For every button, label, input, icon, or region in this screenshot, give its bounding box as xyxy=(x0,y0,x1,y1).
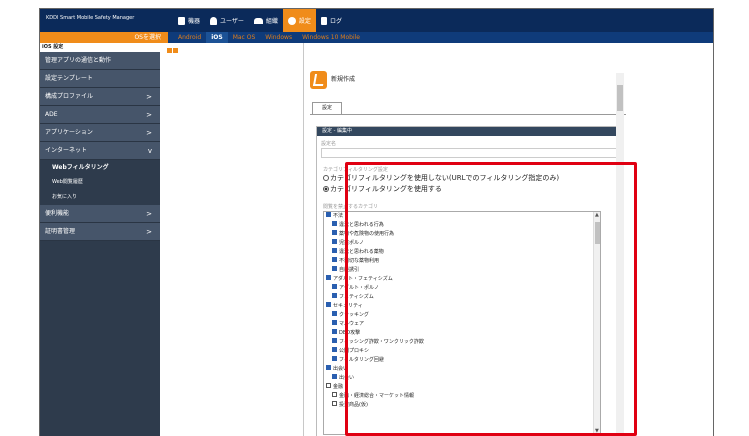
new-create-label[interactable]: 新規作成 xyxy=(331,74,355,83)
sidebar-item-label: アプリケーション xyxy=(45,129,93,136)
sidebar-item-label: 管理アプリの通信と動作 xyxy=(45,57,112,64)
device-icon xyxy=(178,16,185,25)
checkbox-checked-icon[interactable] xyxy=(332,230,337,235)
add-button[interactable] xyxy=(167,48,172,53)
nav-label: ログ xyxy=(329,18,342,25)
checkbox-checked-icon[interactable] xyxy=(332,239,337,244)
sidebar: iOS 設定 管理アプリの通信と動作 設定テンプレート 構成プロファイル > AD… xyxy=(40,43,160,436)
top-navigation-bar: KDDI Smart Mobile Safety Manager 機器 ユーザー… xyxy=(40,9,713,32)
checkbox-checked-icon[interactable] xyxy=(332,248,337,253)
nav-label: ユーザー xyxy=(220,18,244,25)
checkbox-checked-icon[interactable] xyxy=(332,293,337,298)
nav-settings[interactable]: 設定 xyxy=(282,9,316,32)
sidebar-item-label: 構成プロファイル xyxy=(45,93,94,100)
remove-button[interactable] xyxy=(173,48,178,53)
brand-title: KDDI Smart Mobile Safety Manager xyxy=(46,15,135,21)
nav-user[interactable]: ユーザー xyxy=(205,9,249,32)
checkbox-checked-icon[interactable] xyxy=(332,320,337,325)
panel-title: 設定 - 編集中 xyxy=(317,127,621,136)
sidebar-item-application[interactable]: アプリケーション > xyxy=(40,124,160,142)
checkbox-checked-icon[interactable] xyxy=(332,221,337,226)
checkbox-unchecked-icon[interactable] xyxy=(332,392,337,397)
sidebar-item-utilities[interactable]: 便利機能 > xyxy=(40,205,160,223)
nav-organization[interactable]: 組織 xyxy=(249,9,283,32)
setting-name-label: 設定名 xyxy=(321,141,337,147)
os-tab-windows10-mobile[interactable]: Windows 10 Mobile xyxy=(297,32,365,43)
chevron-right-icon: > xyxy=(146,228,152,236)
checkbox-unchecked-icon[interactable] xyxy=(326,383,331,388)
checkbox-checked-icon[interactable] xyxy=(332,347,337,352)
os-select-button[interactable]: OSを選択 xyxy=(40,32,168,43)
sidebar-item-config-profile[interactable]: 構成プロファイル > xyxy=(40,88,160,106)
page-scrollbar-thumb[interactable] xyxy=(617,85,623,111)
checkbox-checked-icon[interactable] xyxy=(332,266,337,271)
checkbox-checked-icon[interactable] xyxy=(326,302,331,307)
sidebar-item-label: 設定テンプレート xyxy=(45,75,93,82)
user-icon xyxy=(210,16,218,25)
sidebar-item-label: 便利機能 xyxy=(45,210,70,217)
tab-divider xyxy=(310,114,626,115)
gear-icon xyxy=(287,16,296,25)
os-tab-macos[interactable]: Mac OS xyxy=(228,32,261,43)
sidebar-item-ade[interactable]: ADE > xyxy=(40,106,160,124)
checkbox-checked-icon[interactable] xyxy=(326,365,331,370)
chevron-right-icon: > xyxy=(146,93,152,101)
sidebar-item-label: インターネット xyxy=(45,147,88,154)
organization-icon xyxy=(253,17,263,24)
nav-device[interactable]: 機器 xyxy=(173,9,205,32)
checkbox-checked-icon[interactable] xyxy=(332,329,337,334)
os-tab-windows[interactable]: Windows xyxy=(260,32,297,43)
nav-label: 機器 xyxy=(188,18,201,25)
checkbox-checked-icon[interactable] xyxy=(326,212,331,217)
chevron-right-icon: > xyxy=(146,129,152,137)
os-tab-android[interactable]: Android xyxy=(173,32,206,43)
sidebar-subitem-favorites[interactable]: お気に入り xyxy=(40,190,160,205)
tab-settings[interactable]: 設定 xyxy=(312,102,342,114)
sidebar-item-label: ADE xyxy=(45,111,58,118)
chevron-right-icon: > xyxy=(146,111,152,119)
sidebar-item-label: 証明書管理 xyxy=(45,228,76,235)
log-icon xyxy=(320,16,327,25)
sidebar-header: iOS 設定 xyxy=(40,43,160,52)
checkbox-checked-icon[interactable] xyxy=(332,356,337,361)
sidebar-item-internet[interactable]: インターネット v xyxy=(40,142,160,160)
os-tab-ios[interactable]: iOS xyxy=(206,32,228,43)
os-tabs: Android iOS Mac OS Windows Windows 10 Mo… xyxy=(173,32,365,43)
list-toolbar xyxy=(167,48,178,53)
setting-name-input[interactable] xyxy=(321,148,619,158)
nav-log[interactable]: ログ xyxy=(316,9,347,32)
sidebar-subitem-web-history[interactable]: Web閲覧履歴 xyxy=(40,175,160,190)
sidebar-item-app-communication[interactable]: 管理アプリの通信と動作 xyxy=(40,52,160,70)
checkbox-checked-icon[interactable] xyxy=(326,275,331,280)
radio-on-icon xyxy=(323,186,329,192)
sidebar-item-setting-template[interactable]: 設定テンプレート xyxy=(40,70,160,88)
nav-label: 組織 xyxy=(265,18,278,25)
sidebar-item-certificate[interactable]: 証明書管理 > xyxy=(40,223,160,241)
checkbox-checked-icon[interactable] xyxy=(332,257,337,262)
main-nav: 機器 ユーザー 組織 設定 ログ xyxy=(173,9,347,32)
radio-off-icon xyxy=(323,175,329,181)
sidebar-subitem-web-filtering[interactable]: Webフィルタリング xyxy=(40,160,160,175)
category-label: 金融 xyxy=(333,384,344,390)
nav-label: 設定 xyxy=(298,18,311,25)
checkbox-checked-icon[interactable] xyxy=(332,284,337,289)
checkbox-unchecked-icon[interactable] xyxy=(332,401,337,406)
checkbox-checked-icon[interactable] xyxy=(332,374,337,379)
chevron-right-icon: > xyxy=(146,210,152,218)
checkbox-checked-icon[interactable] xyxy=(332,338,337,343)
column-divider xyxy=(303,43,304,436)
checkbox-checked-icon[interactable] xyxy=(332,311,337,316)
app-window: KDDI Smart Mobile Safety Manager 機器 ユーザー… xyxy=(39,8,714,436)
chevron-down-icon: v xyxy=(147,147,152,155)
category-label: 不法 xyxy=(333,213,344,219)
new-create-icon[interactable] xyxy=(310,71,327,89)
os-bar: OSを選択 Android iOS Mac OS Windows Windows… xyxy=(40,32,713,43)
highlight-box xyxy=(345,162,637,436)
